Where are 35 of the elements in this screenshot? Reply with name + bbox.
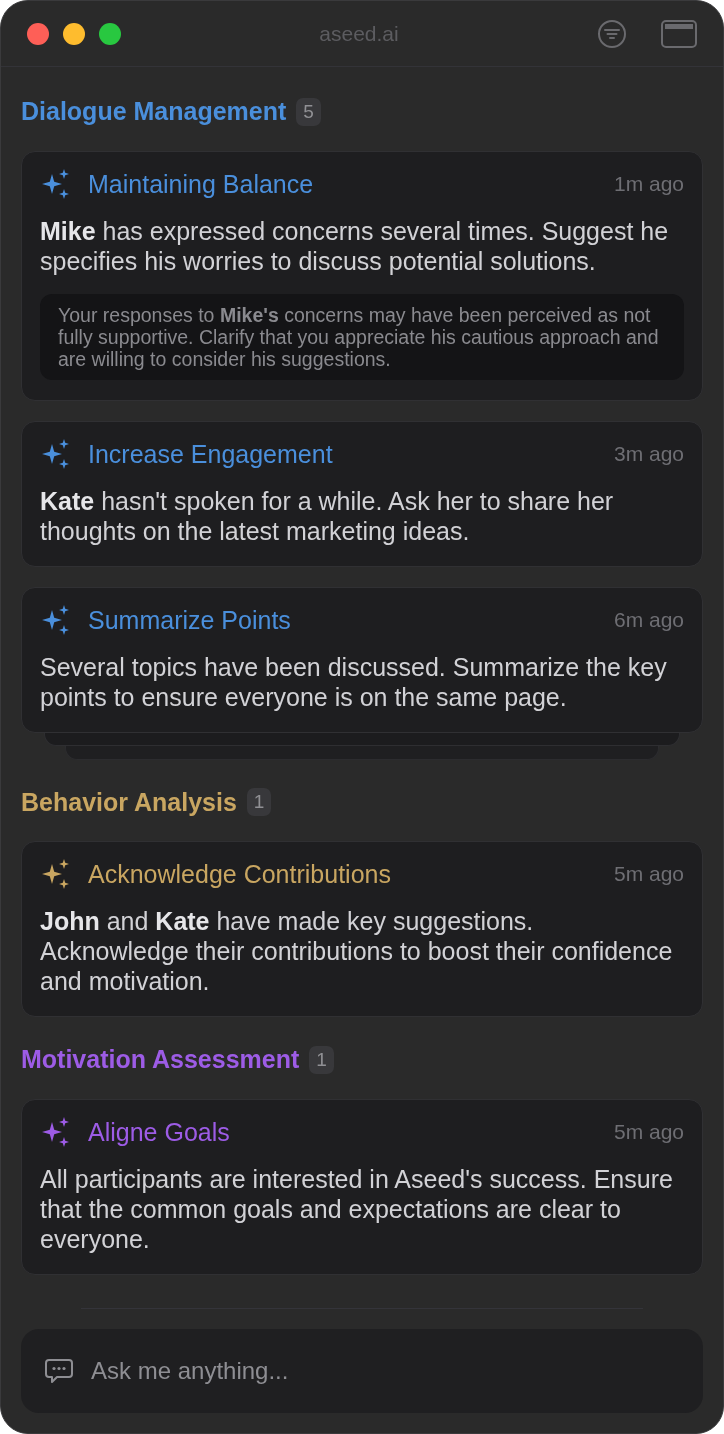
suggestion-card[interactable]: Increase Engagement 3m ago Kate hasn't spoken for a while. Ask her to share her thoughts on the latest marketing ideas. <box>21 420 703 567</box>
zoom-button[interactable] <box>99 22 121 45</box>
card-text: All participants are interested in Aseed's success. Ensure that the common goals and expectations are clear to everyone. <box>40 1163 674 1254</box>
suggestion-card[interactable]: Summarize Points 6m ago Several topics have been discussed. Summarize the key points to ensure everyone is on the same page. <box>21 586 703 733</box>
card-text: Kate hasn't spoken for a while. Ask her to share her thoughts on the latest marketing ideas. <box>40 485 615 546</box>
section-heading: Dialogue Management <box>21 96 287 127</box>
timestamp: 5m ago <box>613 1118 684 1145</box>
card-title: Aligne Goals <box>88 1116 231 1147</box>
window-panel-icon[interactable] <box>661 19 697 48</box>
chat-bubble-icon <box>45 1358 73 1384</box>
card-title: Summarize Points <box>88 604 292 635</box>
suggestion-card[interactable]: Aligne Goals 5m ago All participants are interested in Aseed's success. Ensure that the common goals and expectations are clear to everyone. <box>21 1098 703 1275</box>
card-title: Maintaining Balance <box>88 168 315 199</box>
minimize-button[interactable] <box>63 22 85 45</box>
section-heading: Behavior Analysis <box>21 786 237 818</box>
card-text: John and Kate have made key suggestions. Acknowledge their contributions to boost their confidence and motivation. <box>40 906 674 996</box>
card-text: Mike has expressed concerns several times. Suggest he specifies his worries to discuss potential solutions. <box>40 215 670 276</box>
timestamp: 5m ago <box>613 861 684 888</box>
count-badge: 1 <box>246 788 272 817</box>
count-badge: 1 <box>309 1045 334 1074</box>
chat-input-field[interactable]: Ask me anything... <box>21 1329 703 1413</box>
section-heading: Motivation Assessment <box>21 1044 300 1075</box>
suggestion-card[interactable]: Acknowledge Contributions 5m ago John and Kate have made key suggestions. Acknowledge their contributions to boost their confidence and motivation. <box>21 841 703 1017</box>
close-button[interactable] <box>27 22 49 45</box>
timestamp: 1m ago <box>613 170 684 197</box>
note-text: Your responses to Mike's concerns may have been perceived as not fully supportive. Clarify that you appreciate his cautious approach and are willing to consider his suggestions. <box>40 293 684 380</box>
suggestion-card[interactable] <box>21 150 703 401</box>
filter-icon[interactable] <box>597 18 627 49</box>
timestamp: 3m ago <box>613 440 684 467</box>
card-text: Several topics have been discussed. Summarize the key points to ensure everyone is on the same page. <box>40 651 668 712</box>
card-title: Acknowledge Contributions <box>88 859 392 889</box>
count-badge: 5 <box>296 97 321 126</box>
timestamp: 6m ago <box>613 606 684 633</box>
chat-input[interactable]: Ask me anything... <box>91 1353 679 1389</box>
card-title: Increase Engagement <box>88 438 334 469</box>
